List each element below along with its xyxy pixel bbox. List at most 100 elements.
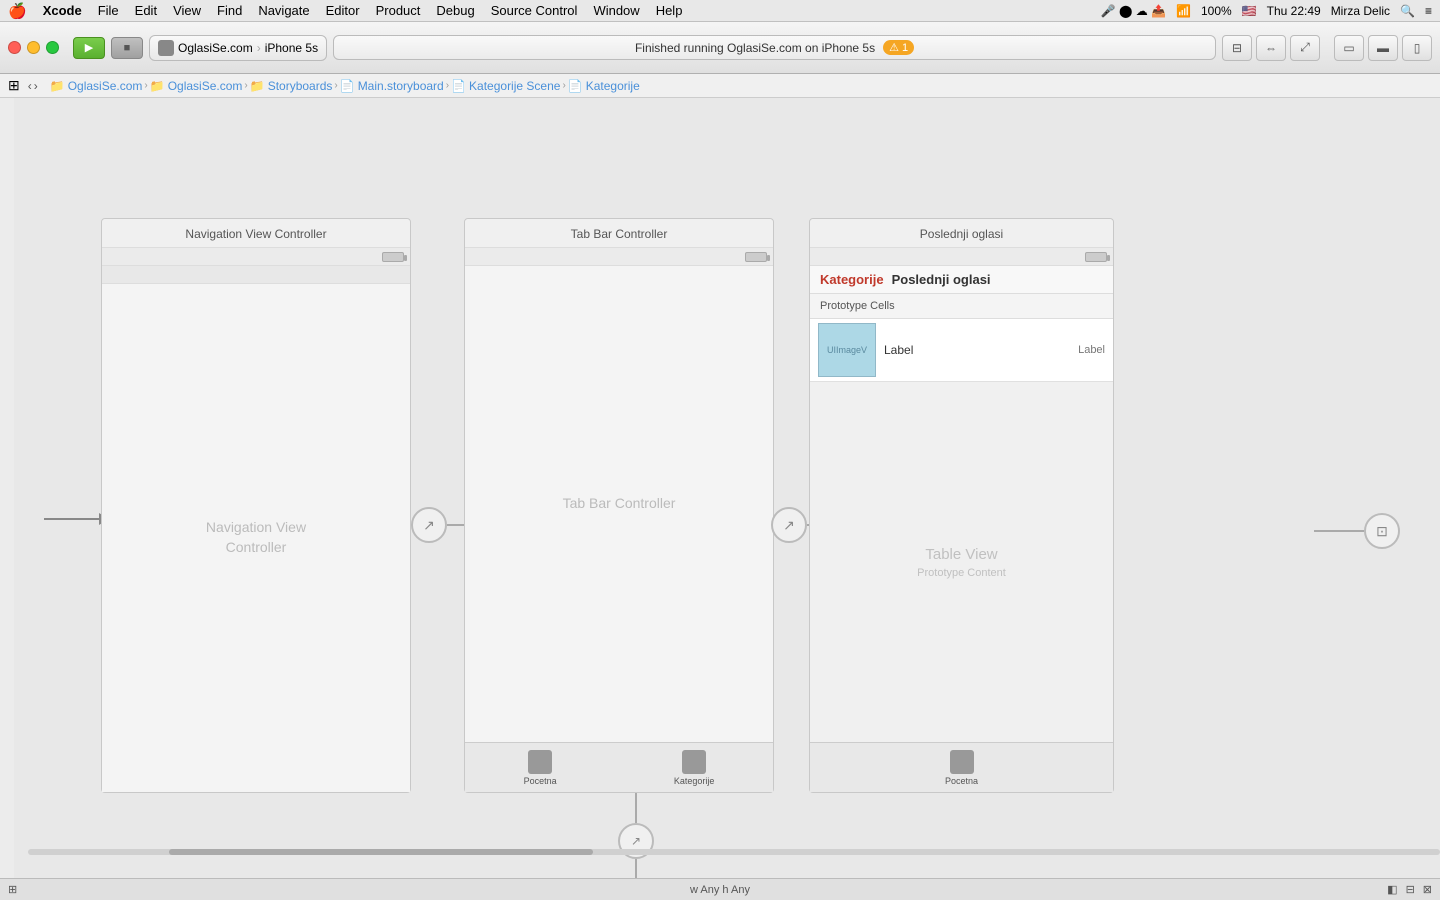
menu-find[interactable]: Find <box>217 3 242 18</box>
po-tabbar: Pocetna <box>810 742 1113 792</box>
po-cell[interactable]: UIImageV Label Label <box>810 319 1113 382</box>
po-table-sub: Prototype Content <box>917 567 1006 579</box>
tab-icon-kategorije <box>682 750 706 774</box>
tab-battery-icon <box>745 252 767 262</box>
menu-debug[interactable]: Debug <box>436 3 474 18</box>
run-button[interactable]: ▶ <box>73 37 105 59</box>
po-tab-item-pocetna[interactable]: Pocetna <box>945 750 978 786</box>
warning-icon: ⚠ <box>889 41 899 54</box>
menu-help[interactable]: Help <box>656 3 683 18</box>
breadcrumb-sep-5: › <box>562 80 565 91</box>
warning-badge[interactable]: ⚠ 1 <box>883 40 914 55</box>
battery-status: 100% <box>1201 4 1232 18</box>
nav-controller-frame[interactable]: Navigation View Controller Navigation Vi… <box>101 218 411 793</box>
entry-arrow <box>44 513 109 525</box>
breadcrumb-item-5[interactable]: 📄 Kategorije Scene <box>451 79 560 93</box>
device-name: iPhone 5s <box>265 41 318 55</box>
tab-controller-title: Tab Bar Controller <box>465 219 773 248</box>
scheme-selector[interactable]: OglasiSe.com › iPhone 5s <box>149 35 327 61</box>
breadcrumb-item-3[interactable]: 📁 Storyboards <box>250 79 333 93</box>
menu-flag: 🇺🇸 <box>1242 4 1257 18</box>
search-icon[interactable]: 🔍 <box>1400 4 1415 18</box>
chevron-sep: › <box>257 41 261 55</box>
exit-circle[interactable]: ⊡ <box>1364 513 1400 549</box>
tab-tabbar: Pocetna Kategorije <box>465 742 773 792</box>
menu-source-control[interactable]: Source Control <box>491 3 578 18</box>
arrow-line <box>44 518 99 520</box>
menu-xcode[interactable]: Xcode <box>43 3 82 18</box>
breadcrumb-item-1[interactable]: 📁 OglasiSe.com <box>50 79 143 93</box>
canvas-content: Navigation View Controller Navigation Vi… <box>14 98 1440 878</box>
po-table-area: Table View Prototype Content <box>810 382 1113 742</box>
po-table-text: Table View <box>925 546 997 563</box>
apple-menu[interactable]: 🍎 <box>8 2 27 20</box>
tab-label-pocetna: Pocetna <box>524 776 557 786</box>
breadcrumb-nav-left[interactable]: ‹ <box>28 79 32 93</box>
scrollbar-thumb[interactable] <box>169 849 593 855</box>
menu-navigate[interactable]: Navigate <box>258 3 309 18</box>
canvas-area: Navigation View Controller Navigation Vi… <box>14 98 1440 878</box>
wifi-icon: 📶 <box>1176 4 1191 18</box>
breadcrumb-item-6[interactable]: 📄 Kategorije <box>568 79 640 93</box>
editor-version-button[interactable]: ⤢ <box>1290 35 1320 61</box>
close-button[interactable] <box>8 41 21 54</box>
po-mock-status <box>810 248 1113 266</box>
bottom-icon-1[interactable]: ◧ <box>1387 883 1397 896</box>
po-title: Poslednji oglasi <box>810 219 1113 248</box>
stop-button[interactable]: ■ <box>111 37 143 59</box>
traffic-lights <box>8 41 59 54</box>
tab-controller-frame[interactable]: Tab Bar Controller Tab Bar Controller Po… <box>464 218 774 793</box>
editor-standard-button[interactable]: ⊟ <box>1222 35 1252 61</box>
po-tab-poslednji[interactable]: Poslednji oglasi <box>892 272 991 287</box>
tab-label-kategorije: Kategorije <box>674 776 715 786</box>
maximize-button[interactable] <box>46 41 59 54</box>
menu-edit[interactable]: Edit <box>135 3 157 18</box>
po-tab-kategorije[interactable]: Kategorije <box>820 272 884 287</box>
toolbar: ▶ ■ OglasiSe.com › iPhone 5s Finished ru… <box>0 22 1440 74</box>
menu-editor[interactable]: Editor <box>326 3 360 18</box>
bottom-icon-3[interactable]: ⊠ <box>1423 883 1432 896</box>
minimize-button[interactable] <box>27 41 40 54</box>
menubar: 🍎 Xcode File Edit View Find Navigate Edi… <box>0 0 1440 22</box>
breadcrumb-nav-right[interactable]: › <box>34 79 38 93</box>
grid-icon[interactable]: ⊞ <box>8 883 17 896</box>
po-battery-icon <box>1085 252 1107 262</box>
menubar-icons: 🎤 ⬤ ☁ 📤 <box>1101 4 1166 18</box>
tab-item-kategorije[interactable]: Kategorije <box>674 750 715 786</box>
segue-circle-2[interactable]: ↗ <box>771 507 807 543</box>
nav-back-icon[interactable]: ⊞ <box>8 77 20 94</box>
debug-toggle[interactable]: ▬ <box>1368 35 1398 61</box>
inspector-toggle[interactable]: ▯ <box>1402 35 1432 61</box>
breadcrumb-sep-4: › <box>446 80 449 91</box>
bottom-icon-2[interactable]: ⊟ <box>1406 883 1415 896</box>
size-label: w Any h Any <box>690 884 750 896</box>
menu-product[interactable]: Product <box>376 3 421 18</box>
menubar-right: 🎤 ⬤ ☁ 📤 📶 100% 🇺🇸 Thu 22:49 Mirza Delic … <box>1101 4 1432 18</box>
breadcrumb: ⊞ ‹ › 📁 OglasiSe.com › 📁 OglasiSe.com › … <box>0 74 1440 98</box>
tab-item-pocetna[interactable]: Pocetna <box>524 750 557 786</box>
menu-file[interactable]: File <box>98 3 119 18</box>
po-cell-labels: Label <box>884 343 913 357</box>
list-icon[interactable]: ≡ <box>1425 4 1432 18</box>
editor-assistant-button[interactable]: ⇔ <box>1256 35 1286 61</box>
horizontal-scrollbar[interactable] <box>28 848 1440 856</box>
po-prototype-header: Prototype Cells <box>810 294 1113 319</box>
segue-circle-1[interactable]: ↗ <box>411 507 447 543</box>
po-tab-icon <box>950 750 974 774</box>
vert-line-bottom <box>635 859 637 878</box>
menu-window[interactable]: Window <box>593 3 639 18</box>
po-tabs-row: Kategorije Poslednji oglasi <box>810 266 1113 294</box>
app-icon <box>158 40 174 56</box>
warning-count: 1 <box>902 42 908 54</box>
nav-content: Navigation ViewController <box>102 284 410 792</box>
tab-mock-status <box>465 248 773 266</box>
toolbar-right: ⊟ ⇔ ⤢ ▭ ▬ ▯ <box>1222 35 1432 61</box>
breadcrumb-item-4[interactable]: 📄 Main.storyboard <box>340 79 444 93</box>
breadcrumb-item-2[interactable]: 📁 OglasiSe.com <box>150 79 243 93</box>
nav-center-text: Navigation ViewController <box>206 518 306 557</box>
po-cell-image: UIImageV <box>818 323 876 377</box>
po-frame[interactable]: Poslednji oglasi Kategorije Poslednji og… <box>809 218 1114 793</box>
exit-connector: ⊡ <box>1314 513 1400 549</box>
navigator-toggle[interactable]: ▭ <box>1334 35 1364 61</box>
menu-view[interactable]: View <box>173 3 201 18</box>
